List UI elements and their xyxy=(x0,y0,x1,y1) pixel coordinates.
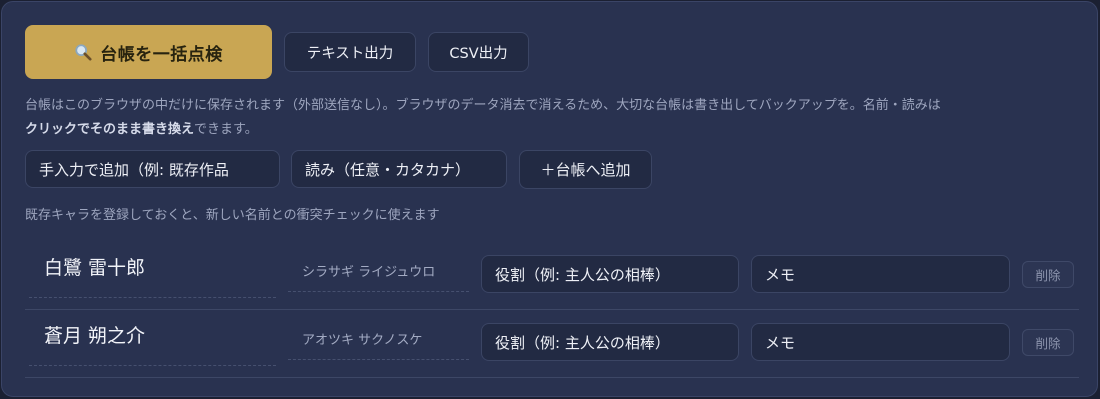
ledger-panel: 台帳を一括点検 テキスト出力 CSV出力 台帳はこのブラウザの中だけに保存されま… xyxy=(1,1,1098,397)
role-input[interactable]: 役割（例: 主人公の相棒） xyxy=(481,255,739,293)
reading-placeholder: 読み（任意・カタカナ） xyxy=(305,160,471,179)
csv-export-button[interactable]: CSV出力 xyxy=(428,32,529,72)
storage-notice-text: 台帳はこのブラウザの中だけに保存されます（外部送信なし）。ブラウザのデータ消去で… xyxy=(25,98,941,113)
memo-input[interactable]: メモ xyxy=(751,255,1010,293)
manual-name-input[interactable]: 手入力で追加（例: 既存作品 xyxy=(25,150,280,188)
delete-button[interactable]: 削除 xyxy=(1022,329,1074,356)
role-placeholder: 役割（例: 主人公の相棒） xyxy=(495,265,670,284)
manual-name-placeholder: 手入力で追加（例: 既存作品 xyxy=(39,160,229,179)
text-export-button[interactable]: テキスト出力 xyxy=(284,32,416,72)
character-name[interactable]: 蒼月 朔之介 xyxy=(29,316,276,366)
bulk-check-button[interactable]: 台帳を一括点検 xyxy=(25,25,272,79)
delete-button[interactable]: 削除 xyxy=(1022,261,1074,288)
delete-label: 削除 xyxy=(1035,268,1061,283)
collision-hint: 既存キャラを登録しておくと、新しい名前との衝突チェックに使えます xyxy=(25,208,440,223)
magnifier-icon xyxy=(75,44,92,61)
text-export-label: テキスト出力 xyxy=(306,45,394,62)
role-placeholder: 役割（例: 主人公の相棒） xyxy=(495,333,670,352)
storage-notice-rest: できます。 xyxy=(194,122,258,137)
bulk-check-label: 台帳を一括点検 xyxy=(100,44,223,65)
add-to-ledger-button[interactable]: ＋台帳へ追加 xyxy=(519,150,652,189)
delete-label: 削除 xyxy=(1035,336,1061,351)
character-name[interactable]: 白鷺 雷十郎 xyxy=(29,248,276,298)
add-to-ledger-label: ＋台帳へ追加 xyxy=(540,161,631,179)
memo-input[interactable]: メモ xyxy=(751,323,1010,361)
storage-notice: 台帳はこのブラウザの中だけに保存されます（外部送信なし）。ブラウザのデータ消去で… xyxy=(25,94,1085,142)
role-input[interactable]: 役割（例: 主人公の相棒） xyxy=(481,323,739,361)
character-reading[interactable]: シラサギ ライジュウロ xyxy=(288,254,469,292)
memo-placeholder: メモ xyxy=(765,265,796,284)
csv-export-label: CSV出力 xyxy=(449,45,508,62)
character-row: 蒼月 朔之介 アオツキ サクノスケ 役割（例: 主人公の相棒） メモ 削除 xyxy=(25,308,1079,378)
reading-input[interactable]: 読み（任意・カタカナ） xyxy=(291,150,507,188)
character-row: 白鷺 雷十郎 シラサギ ライジュウロ 役割（例: 主人公の相棒） メモ 削除 xyxy=(25,240,1079,310)
memo-placeholder: メモ xyxy=(765,333,796,352)
character-reading[interactable]: アオツキ サクノスケ xyxy=(288,322,469,360)
storage-notice-bold: クリックでそのまま書き換え xyxy=(25,122,195,137)
